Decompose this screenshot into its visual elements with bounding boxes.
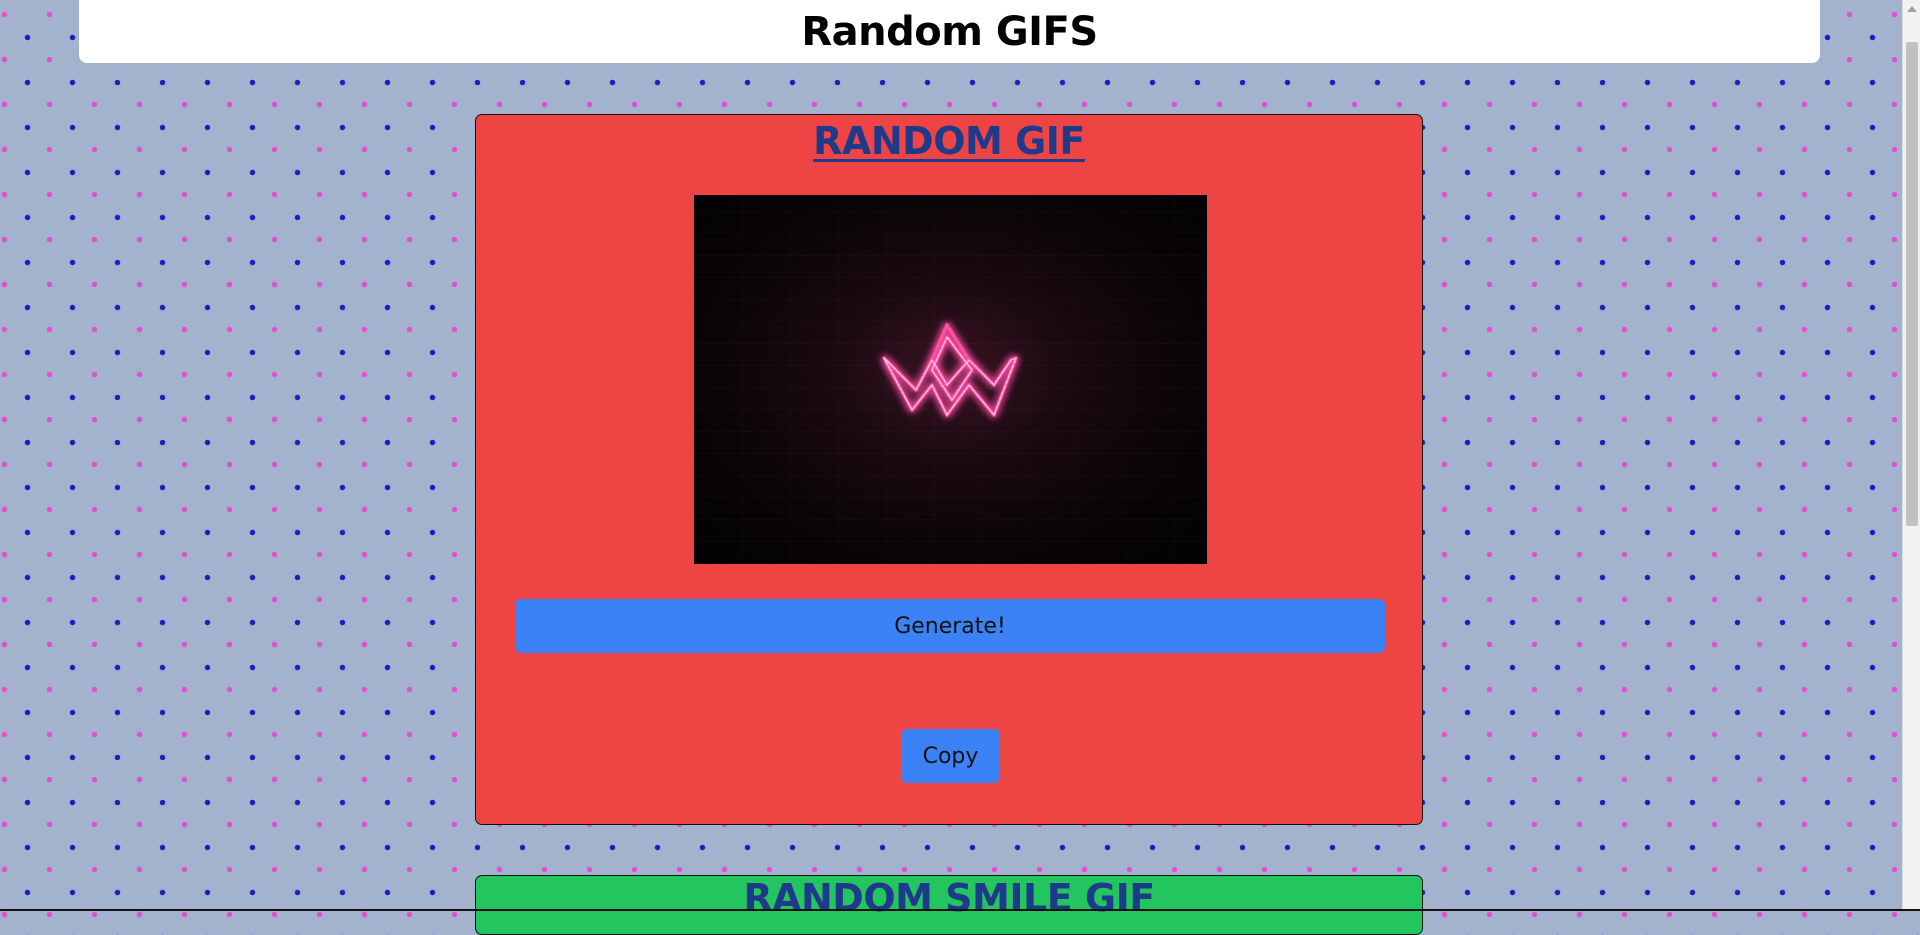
copy-button[interactable]: Copy (901, 729, 1000, 783)
scrollbar-thumb[interactable] (1906, 42, 1918, 526)
scroll-up-arrow-icon[interactable] (1907, 6, 1917, 12)
generate-button[interactable]: Generate! (515, 599, 1385, 653)
random-smile-gif-title[interactable]: RANDOM SMILE GIF (476, 876, 1422, 920)
random-gif-title[interactable]: RANDOM GIF (476, 119, 1422, 163)
gif-image (694, 195, 1207, 564)
random-gif-card: RANDOM GIF Generate! Copy (475, 114, 1423, 825)
random-smile-gif-card: RANDOM SMILE GIF (475, 875, 1423, 935)
neon-crown-icon (882, 323, 1018, 417)
vertical-scrollbar[interactable] (1902, 0, 1920, 911)
site-header: Random GIFS (79, 0, 1820, 63)
page-title: Random GIFS (801, 8, 1098, 55)
